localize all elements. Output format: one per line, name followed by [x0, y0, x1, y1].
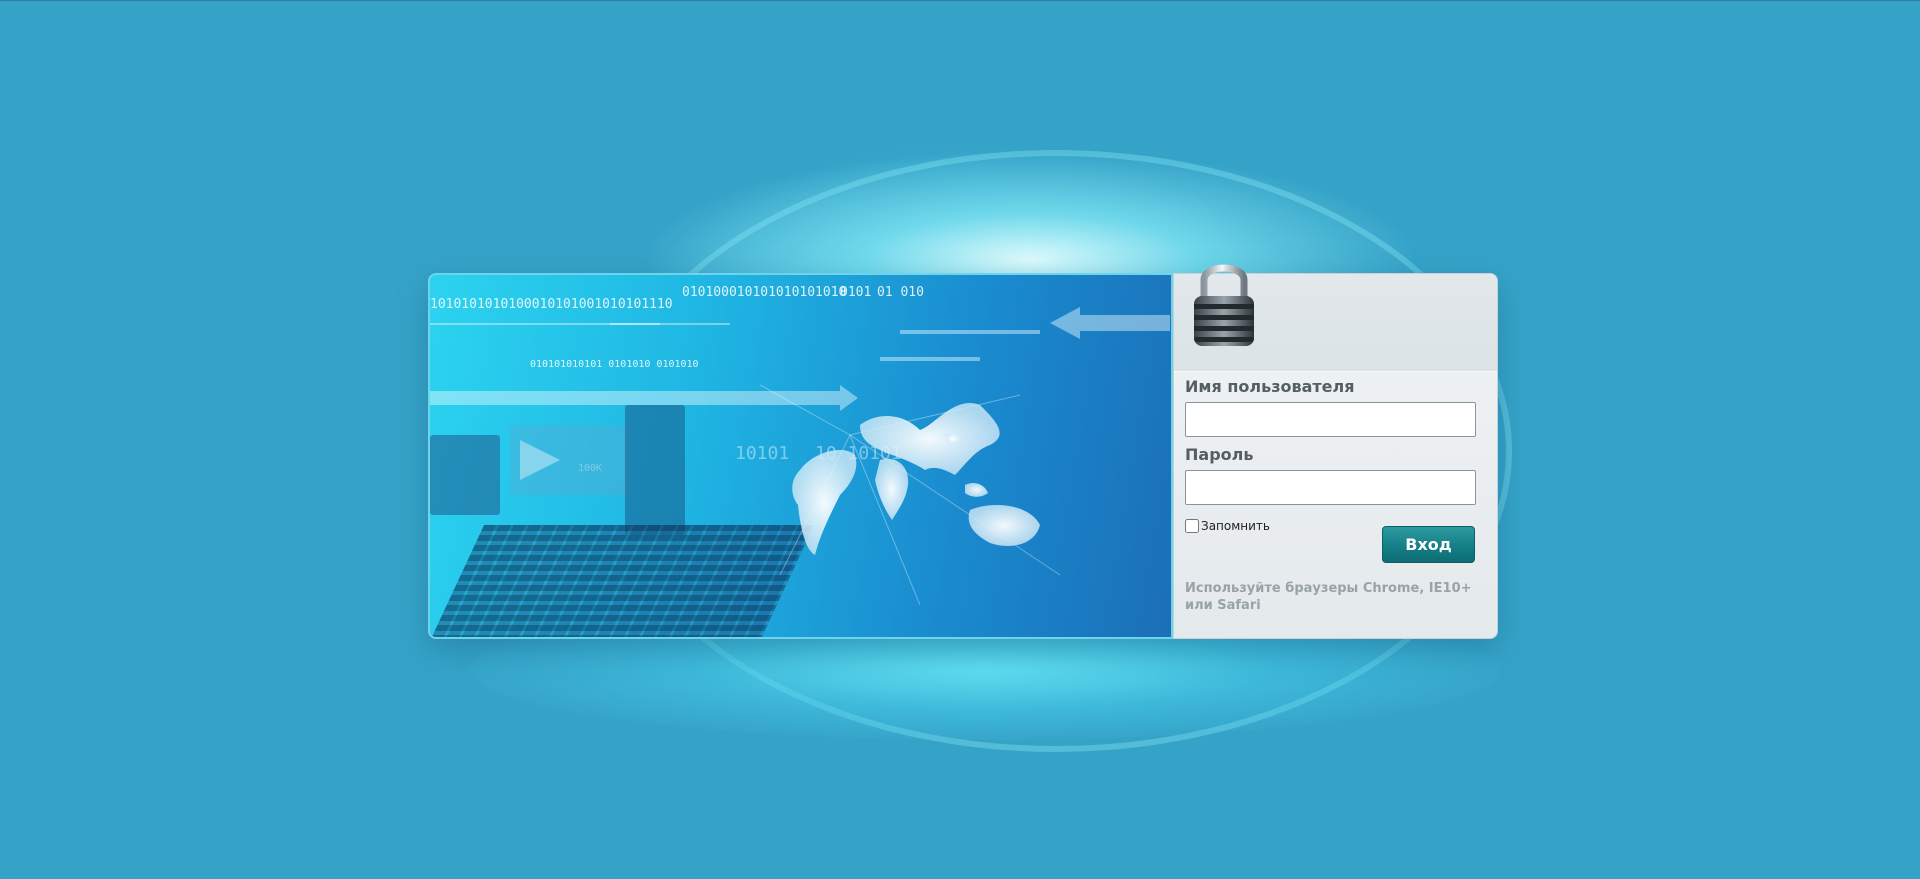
login-form: Имя пользователя Пароль Запомнить Вход И… — [1173, 264, 1498, 639]
binary-text: 01 010 — [877, 285, 924, 300]
top-border — [0, 0, 1920, 1]
decor-arrow — [1050, 307, 1080, 339]
decor-keyboard — [430, 525, 815, 637]
decor-line — [610, 323, 660, 325]
username-field[interactable] — [1185, 402, 1476, 437]
decor-line — [430, 323, 730, 325]
login-button[interactable]: Вход — [1382, 526, 1475, 563]
binary-text: 1010101010100010101001010101110 — [430, 297, 673, 312]
decor-arrow — [880, 357, 980, 361]
world-map-icon — [760, 384, 1061, 605]
login-panel: 1010101010100010101001010101110 01010001… — [428, 264, 1498, 639]
padlock-icon — [1194, 264, 1254, 346]
remember-row: Запомнить — [1185, 519, 1270, 533]
banner-image: 1010101010100010101001010101110 01010001… — [428, 273, 1173, 639]
password-field[interactable] — [1185, 470, 1476, 505]
decor-monitor — [625, 405, 685, 535]
decor-arrow — [520, 440, 560, 480]
remember-label: Запомнить — [1201, 519, 1270, 533]
username-label: Имя пользователя — [1185, 377, 1355, 396]
remember-checkbox[interactable] — [1185, 519, 1199, 533]
binary-text: 010101010101 0101010 0101010 — [530, 359, 699, 370]
binary-text: 010100010101010101010 — [682, 285, 847, 300]
decor-arrow — [1080, 315, 1170, 331]
binary-text: 0101 — [840, 285, 872, 300]
password-label: Пароль — [1185, 445, 1254, 464]
browser-hint: Используйте браузеры Chrome, IE10+ или S… — [1185, 581, 1472, 613]
decor-monitor — [430, 435, 500, 515]
decor-arrow — [900, 330, 1040, 334]
